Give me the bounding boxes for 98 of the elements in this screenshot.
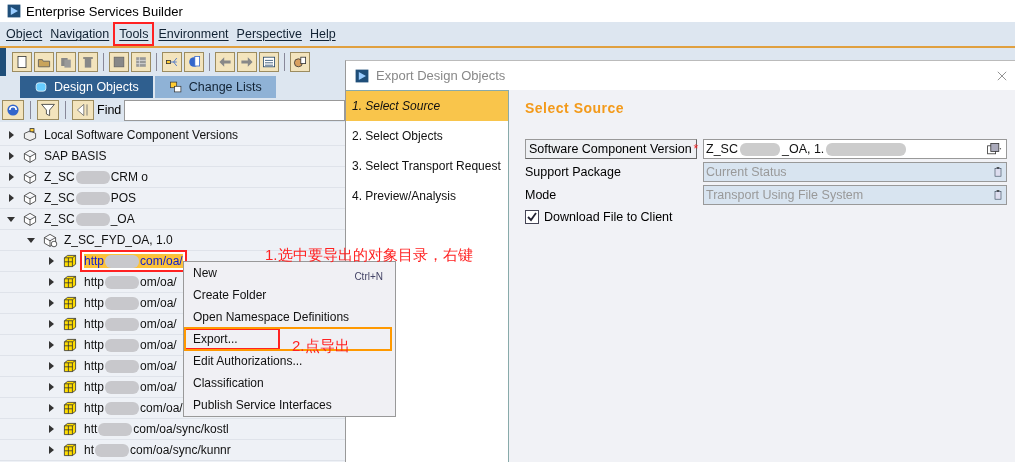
clipboard-icon bbox=[992, 188, 1004, 202]
expanded-arrow-icon[interactable] bbox=[26, 235, 36, 245]
tree-item[interactable]: ht com/oa/sync/kunnr bbox=[84, 443, 231, 457]
cube-icon bbox=[62, 337, 78, 353]
tree-item[interactable]: Local Software Component Versions bbox=[44, 128, 239, 142]
collapsed-arrow-icon[interactable] bbox=[46, 403, 56, 413]
context-menu-item[interactable]: New Ctrl+N bbox=[184, 262, 395, 284]
box-icon bbox=[22, 211, 38, 227]
field-label: Mode bbox=[525, 188, 558, 202]
tab[interactable]: Change Lists bbox=[154, 76, 276, 98]
box-icon bbox=[22, 169, 38, 185]
trash-icon bbox=[80, 54, 96, 70]
component-version-field[interactable]: Z_SC _OA, 1. bbox=[703, 139, 1007, 159]
windows-icon bbox=[168, 80, 183, 94]
field-label: Support Package bbox=[525, 165, 622, 179]
collapsed-arrow-icon[interactable] bbox=[46, 361, 56, 371]
tree-item[interactable]: http om/oa/ bbox=[84, 338, 177, 352]
menu-item[interactable]: Environment bbox=[154, 27, 233, 41]
find-label: Find bbox=[97, 103, 122, 117]
toolbar-button[interactable] bbox=[259, 52, 279, 72]
collapsed-arrow-icon[interactable] bbox=[46, 340, 56, 350]
cube-icon bbox=[62, 400, 78, 416]
toolbar-button[interactable] bbox=[162, 52, 182, 72]
box-icon bbox=[22, 190, 38, 206]
app-logo-icon bbox=[354, 67, 370, 84]
toolbar-button[interactable] bbox=[12, 52, 32, 72]
menu-item[interactable]: Tools bbox=[113, 22, 155, 46]
grid-icon bbox=[133, 54, 149, 70]
menu-item[interactable]: Navigation bbox=[46, 27, 114, 41]
context-menu-item[interactable]: Export... bbox=[184, 328, 280, 350]
tree-item[interactable]: Z_SC CRM o bbox=[44, 170, 149, 184]
tree-item[interactable]: http om/oa/ bbox=[84, 359, 177, 373]
box-clock-icon bbox=[42, 232, 58, 248]
document-icon bbox=[14, 54, 30, 70]
context-menu-item[interactable]: Publish Service Interfaces bbox=[184, 394, 395, 416]
context-menu-item[interactable]: Open Namespace Definitions bbox=[184, 306, 395, 328]
collapsed-arrow-icon[interactable] bbox=[6, 151, 16, 161]
annotation-note: 1.选中要导出的对象目录，右键 bbox=[265, 246, 473, 265]
cube-icon bbox=[62, 253, 78, 269]
dialog-title: Export Design Objects bbox=[376, 68, 506, 83]
clipboard-icon bbox=[992, 165, 1004, 179]
expanded-arrow-icon[interactable] bbox=[6, 214, 16, 224]
wizard-step[interactable]: 4. Preview/Analysis bbox=[346, 181, 508, 211]
window-title: Enterprise Services Builder bbox=[26, 3, 183, 19]
cube-icon bbox=[62, 442, 78, 458]
menu-item[interactable]: Perspective bbox=[232, 27, 306, 41]
toolbar-button[interactable] bbox=[34, 52, 54, 72]
collapsed-arrow-icon[interactable] bbox=[6, 172, 16, 182]
collapse-button[interactable] bbox=[72, 100, 94, 120]
wizard-step[interactable]: 3. Select Transport Request bbox=[346, 151, 508, 181]
value-help-icon bbox=[984, 141, 1004, 157]
collapsed-arrow-icon[interactable] bbox=[46, 298, 56, 308]
shortcut-label: Ctrl+N bbox=[354, 271, 383, 282]
filter-icon bbox=[40, 102, 56, 118]
list-icon bbox=[261, 54, 277, 70]
context-menu-item[interactable]: Classification bbox=[184, 372, 395, 394]
find-field[interactable] bbox=[124, 99, 345, 121]
cube-icon bbox=[62, 379, 78, 395]
cube-icon bbox=[62, 358, 78, 374]
refresh-button[interactable] bbox=[2, 100, 24, 120]
collapsed-arrow-icon[interactable] bbox=[46, 382, 56, 392]
left-arrow-icon bbox=[75, 102, 91, 118]
package-icon bbox=[22, 127, 38, 143]
tab[interactable]: Design Objects bbox=[20, 76, 153, 98]
tree-item[interactable]: http com/oa/ bbox=[84, 401, 183, 415]
cube-icon bbox=[62, 421, 78, 437]
menu-item[interactable]: Object bbox=[2, 27, 47, 41]
tree-item[interactable]: SAP BASIS bbox=[44, 149, 107, 163]
cube-icon bbox=[62, 274, 78, 290]
wizard-step[interactable]: 1. Select Source bbox=[346, 91, 508, 121]
tree-item[interactable]: http om/oa/ bbox=[84, 275, 177, 289]
tree-item[interactable]: Z_SC _OA bbox=[44, 212, 135, 226]
cube-icon bbox=[62, 295, 78, 311]
collapsed-arrow-icon[interactable] bbox=[46, 256, 56, 266]
collapsed-arrow-icon[interactable] bbox=[46, 319, 56, 329]
collapsed-arrow-icon[interactable] bbox=[6, 193, 16, 203]
collapsed-arrow-icon[interactable] bbox=[46, 277, 56, 287]
section-heading: Select Source bbox=[525, 100, 626, 116]
component-version-button[interactable]: Software Component Version * bbox=[525, 139, 697, 159]
tree-item[interactable]: http om/oa/ bbox=[84, 296, 177, 310]
toolbar-handle bbox=[0, 48, 6, 76]
app-logo-icon bbox=[6, 3, 22, 19]
context-menu-item[interactable]: Create Folder bbox=[184, 284, 395, 306]
tree-item[interactable]: http om/oa/ bbox=[84, 317, 177, 331]
checkbox-label: Download File to Client bbox=[544, 210, 673, 224]
box-icon bbox=[22, 148, 38, 164]
menu-item[interactable]: Help bbox=[305, 27, 340, 41]
tree-item[interactable]: Z_SC POS bbox=[44, 191, 137, 205]
cube-icon bbox=[62, 316, 78, 332]
wizard-step[interactable]: 2. Select Objects bbox=[346, 121, 508, 151]
tree-item[interactable]: http om/oa/ bbox=[84, 380, 177, 394]
collapsed-arrow-icon[interactable] bbox=[46, 424, 56, 434]
collapsed-arrow-icon[interactable] bbox=[46, 445, 56, 455]
filter-button[interactable] bbox=[37, 100, 59, 120]
collapsed-arrow-icon[interactable] bbox=[6, 130, 16, 140]
tree-item[interactable]: Z_SC_FYD_OA, 1.0 bbox=[64, 233, 173, 247]
tree-item[interactable]: htt com/oa/sync/kostl bbox=[84, 422, 229, 436]
checkbox[interactable] bbox=[525, 210, 539, 224]
